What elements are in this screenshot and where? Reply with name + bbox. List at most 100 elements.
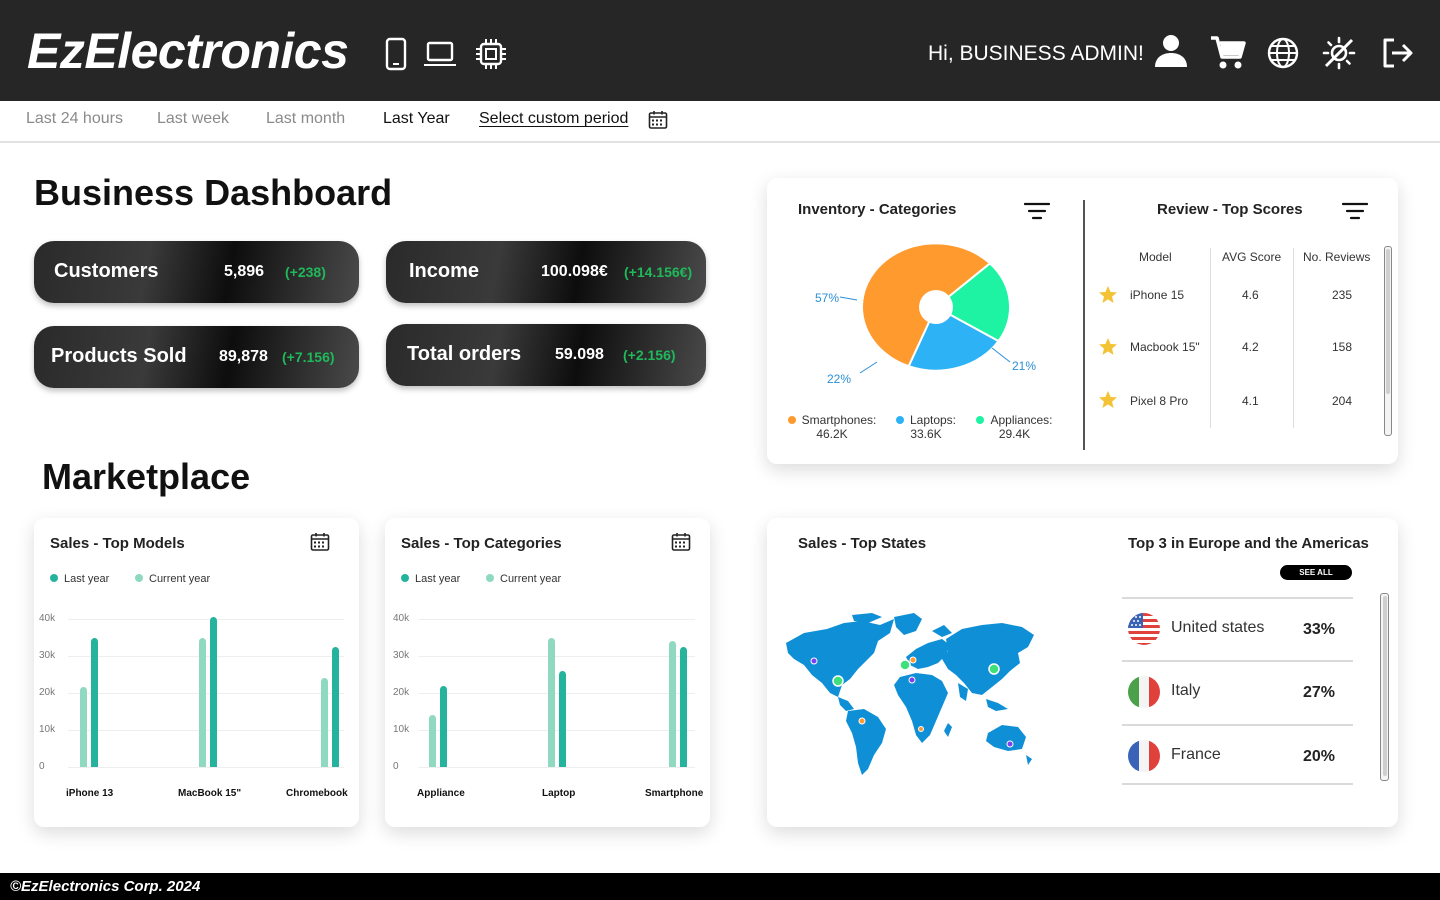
- legend-value: 46.2K: [816, 427, 848, 441]
- legend-value: 33.6K: [910, 427, 942, 441]
- map-marker: [909, 656, 917, 664]
- sales-top-categories-card: Sales - Top Categories Last year Current…: [385, 518, 710, 827]
- country-row-italy[interactable]: Italy 27%: [1122, 660, 1353, 723]
- bar-current-year[interactable]: [332, 646, 339, 767]
- x-axis-category-label: Smartphone: [645, 788, 704, 799]
- gridline: [419, 767, 695, 768]
- pie-center-hole: [919, 290, 953, 324]
- legend-label: Appliances:: [990, 413, 1053, 427]
- map-marker: [908, 676, 916, 684]
- review-count: 204: [1332, 394, 1353, 408]
- review-model: Pixel 8 Pro: [1130, 394, 1189, 408]
- bar-current-year[interactable]: [91, 637, 98, 767]
- y-axis-tick-label: 10k: [39, 724, 56, 735]
- bar-current-year[interactable]: [210, 617, 217, 767]
- brand-logo[interactable]: EzElectronics: [27, 22, 349, 80]
- france-flag-icon: [1128, 740, 1160, 772]
- column-header-no-reviews[interactable]: No. Reviews: [1303, 250, 1370, 264]
- smartphone-icon[interactable]: [378, 36, 414, 72]
- bar-last-year[interactable]: [199, 637, 206, 767]
- gridline: [68, 730, 344, 731]
- gridline: [68, 693, 344, 694]
- bar-current-year[interactable]: [559, 670, 566, 767]
- reviews-scrollbar[interactable]: [1384, 246, 1392, 436]
- bar-last-year[interactable]: [669, 641, 676, 767]
- us-flag-icon: [1128, 613, 1160, 645]
- period-last-week[interactable]: Last week: [157, 110, 229, 128]
- column-header-model[interactable]: Model: [1139, 250, 1172, 264]
- review-count: 158: [1332, 340, 1353, 354]
- stat-delta: (+2.156): [623, 347, 676, 363]
- stat-products-sold[interactable]: Products Sold 89,878 (+7.156): [34, 326, 359, 388]
- x-axis-category-label: iPhone 13: [66, 788, 114, 799]
- bar-last-year[interactable]: [548, 637, 555, 767]
- gridline: [419, 693, 695, 694]
- bar-last-year[interactable]: [80, 687, 87, 767]
- filter-icon[interactable]: [1023, 201, 1051, 226]
- see-all-button[interactable]: SEE ALL: [1280, 565, 1352, 580]
- italy-flag-icon: [1128, 676, 1160, 708]
- sales-top-models-card: Sales - Top Models Last year Current yea…: [34, 518, 359, 827]
- app-root: EzElectronics Hi, BUSINESS ADMIN! Last 2…: [0, 0, 1440, 900]
- stat-customers[interactable]: Customers 5,896 (+238): [34, 241, 359, 303]
- stat-income[interactable]: Income 100.098€ (+14.156€): [386, 241, 706, 303]
- y-axis-tick-label: 0: [39, 761, 45, 772]
- bar-last-year[interactable]: [321, 678, 328, 767]
- stat-label: Products Sold: [51, 345, 187, 367]
- review-model: iPhone 15: [1130, 288, 1185, 302]
- map-marker: [918, 726, 924, 732]
- period-last-month[interactable]: Last month: [266, 110, 345, 128]
- scrollbar-thumb[interactable]: [1386, 249, 1390, 394]
- stat-value: 89,878: [219, 348, 268, 365]
- inventory-title: Inventory - Categories: [798, 201, 957, 218]
- bar-last-year[interactable]: [429, 715, 436, 767]
- filter-icon[interactable]: [1341, 201, 1369, 226]
- country-row-united-states[interactable]: United states 33%: [1122, 597, 1353, 660]
- sales-categories-bar-chart: 40k 30k 20k 10k 0 Appliance Laptop Smartphone: [385, 518, 710, 827]
- calendar-icon[interactable]: [648, 110, 668, 135]
- star-icon: [1098, 390, 1118, 415]
- globe-icon[interactable]: [1265, 35, 1301, 71]
- period-last-year[interactable]: Last Year: [383, 110, 450, 128]
- legend-appliances: Appliances: 29.4K: [972, 413, 1057, 441]
- countries-scrollbar[interactable]: [1380, 593, 1389, 781]
- column-header-avg-score[interactable]: AVG Score: [1222, 250, 1281, 264]
- y-axis-tick-label: 10k: [393, 724, 410, 735]
- bar-current-year[interactable]: [680, 646, 687, 767]
- review-count: 235: [1332, 288, 1353, 302]
- user-icon[interactable]: [1152, 32, 1188, 68]
- legend-label: Smartphones:: [801, 413, 877, 427]
- map-marker: [810, 657, 818, 665]
- country-row-france[interactable]: France 20%: [1122, 724, 1353, 785]
- cart-icon[interactable]: [1209, 34, 1246, 70]
- custom-period-link[interactable]: Select custom period: [479, 110, 628, 128]
- map-marker: [899, 659, 911, 671]
- theme-toggle-icon[interactable]: [1321, 35, 1357, 71]
- laptop-icon[interactable]: [422, 36, 458, 72]
- stat-label: Total orders: [407, 343, 522, 365]
- stat-delta: (+238): [285, 264, 326, 280]
- legend-label: Laptops:: [909, 413, 957, 427]
- review-model: Macbook 15": [1130, 340, 1200, 354]
- review-score: 4.1: [1242, 394, 1259, 408]
- marketplace-title: Marketplace: [42, 456, 251, 497]
- y-axis-tick-label: 20k: [393, 687, 410, 698]
- y-axis-tick-label: 40k: [39, 613, 56, 624]
- bar-current-year[interactable]: [440, 685, 447, 767]
- map-marker: [1006, 740, 1014, 748]
- period-last-24-hours[interactable]: Last 24 hours: [26, 110, 123, 128]
- stat-value: 100.098€: [541, 263, 608, 280]
- y-axis-tick-label: 0: [393, 761, 399, 772]
- chip-icon[interactable]: [473, 36, 509, 72]
- top-navigation-bar: EzElectronics Hi, BUSINESS ADMIN!: [0, 0, 1440, 101]
- stat-total-orders[interactable]: Total orders 59.098 (+2.156): [386, 324, 706, 386]
- logout-icon[interactable]: [1380, 35, 1416, 71]
- footer: ©EzElectronics Corp. 2024: [0, 873, 1440, 900]
- world-map[interactable]: [782, 613, 1037, 778]
- country-name: United states: [1171, 619, 1265, 636]
- country-name: Italy: [1171, 682, 1201, 699]
- stat-label: Income: [409, 260, 480, 282]
- stat-delta: (+7.156): [282, 349, 335, 365]
- stat-delta: (+14.156€): [624, 264, 693, 280]
- scrollbar-thumb[interactable]: [1383, 596, 1387, 776]
